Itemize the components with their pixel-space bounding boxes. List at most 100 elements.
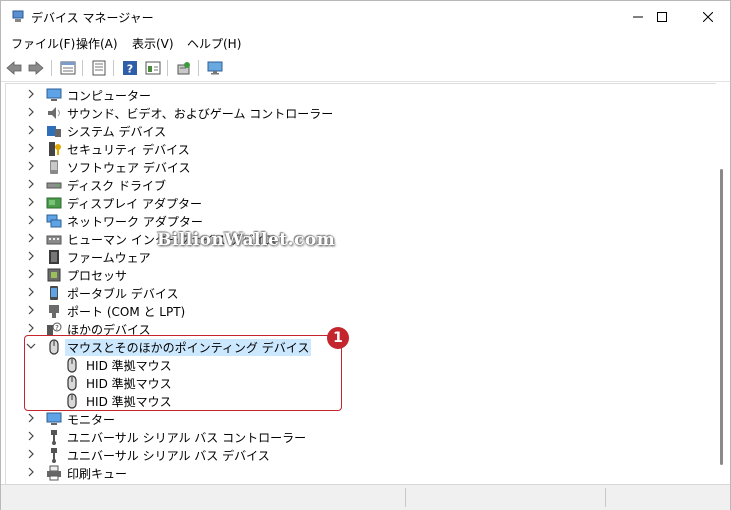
device-manager-icon [12,10,24,22]
view-button[interactable] [144,59,162,77]
status-cell [405,488,406,507]
tree-item-label: ディスプレイ アダプター [67,197,202,211]
tree-item-label: セキュリティ デバイス [67,143,190,157]
chevron-right-icon[interactable] [26,197,36,207]
maximize-icon [657,12,667,22]
chevron-right-icon[interactable] [26,467,36,477]
disk-drive-icon [46,182,62,189]
monitor-button[interactable] [206,59,224,77]
chevron-right-icon[interactable] [26,449,36,459]
tree-item-label: システム デバイス [67,125,167,139]
tree-item-category[interactable]: ポート (COM と LPT) [6,302,706,320]
tree-item-label: ユニバーサル シリアル バス コントローラー [67,431,307,445]
speaker-icon [48,107,60,119]
chevron-right-icon[interactable] [26,107,36,117]
window-title: デバイス マネージャー [31,11,154,25]
close-icon [703,12,713,22]
toolbar-separator [82,60,83,76]
properties-grid-button[interactable] [59,59,77,77]
properties-doc-icon [92,60,106,76]
tree-item-category[interactable]: システム デバイス [6,122,706,140]
tree-item-category[interactable]: コンピューター [6,86,706,104]
computer-icon [46,88,62,101]
software-device-icon [50,160,58,174]
annotation-badge: 1 [327,327,349,349]
system-device-icon [47,126,61,137]
tree-item-label: ソフトウェア デバイス [67,161,191,175]
tree-item-label: ポート (COM と LPT) [67,305,186,319]
tree-item-category[interactable]: モニター [6,410,706,428]
scrollbar-thumb[interactable] [720,169,723,465]
watermark-text: BillionWallet.com [157,230,336,250]
monitor-icon [46,412,62,425]
tree-item-category[interactable]: ネットワーク アダプター [6,212,706,230]
status-bar [1,484,730,510]
display-adapter-icon [46,197,62,209]
printer-icon [47,465,61,481]
tree-item-label: ディスク ドライブ [67,179,166,193]
device-manager-window: デバイス マネージャー ファイル(F) 操作(A) 表示(V) ヘルプ(H) ?… [0,0,731,510]
tree-item-category[interactable]: ユニバーサル シリアル バス デバイス [6,446,706,464]
title-bar: デバイス マネージャー [1,1,730,33]
chevron-right-icon[interactable] [26,269,36,279]
port-icon [49,305,59,318]
chevron-right-icon[interactable] [26,89,36,99]
chevron-right-icon[interactable] [26,233,36,243]
tree-item-category[interactable]: プロセッサ [6,266,706,284]
view-icon [145,61,161,75]
monitor-icon [207,61,223,75]
chevron-right-icon[interactable] [26,431,36,441]
properties-button[interactable] [90,59,108,77]
security-key-icon [49,142,61,156]
toolbar-separator [167,60,168,76]
back-icon [6,61,22,75]
chevron-right-icon[interactable] [26,179,36,189]
properties-grid-icon [60,61,76,75]
chevron-right-icon[interactable] [26,323,36,333]
tree-item-label: ポータブル デバイス [67,287,179,301]
firmware-icon [49,250,59,264]
tree-item-category[interactable]: 印刷キュー [6,464,706,482]
menu-view[interactable]: 表示(V) [132,35,174,52]
chevron-right-icon[interactable] [26,143,36,153]
menu-action[interactable]: 操作(A) [76,35,118,52]
tree-item-category[interactable]: ポータブル デバイス [6,284,706,302]
chevron-right-icon[interactable] [26,305,36,315]
chevron-right-icon[interactable] [26,161,36,171]
toolbar-separator [51,60,52,76]
toolbar: ? [1,55,730,82]
maximize-button[interactable] [639,1,685,33]
back-button[interactable] [5,59,23,77]
tree-item-category[interactable]: ディスク ドライブ [6,176,706,194]
chevron-right-icon[interactable] [26,125,36,135]
forward-button[interactable] [27,59,45,77]
tree-item-category[interactable]: ディスプレイ アダプター [6,194,706,212]
hid-icon [46,235,62,245]
tree-item-category[interactable]: ファームウェア [6,248,706,266]
tree-item-label: サウンド、ビデオ、およびゲーム コントローラー [67,107,334,121]
vertical-scrollbar[interactable] [715,83,729,483]
scan-hardware-button[interactable] [175,59,193,77]
tree-item-category[interactable]: ユニバーサル シリアル バス コントローラー [6,428,706,446]
device-tree[interactable]: コンピューターサウンド、ビデオ、およびゲーム コントローラー システム デバイスセ… [5,83,716,485]
chevron-right-icon[interactable] [26,413,36,423]
tree-item-label: プロセッサ [67,269,128,283]
tree-item-category[interactable]: ヒューマン インターフェイス デバイス [6,230,706,248]
network-adapter-icon [46,214,62,228]
close-button[interactable] [685,1,731,33]
scan-hardware-icon [177,62,190,75]
help-button[interactable]: ? [121,59,139,77]
menu-file[interactable]: ファイル(F) [11,35,75,52]
chevron-right-icon[interactable] [26,251,36,261]
menu-help[interactable]: ヘルプ(H) [187,35,241,52]
status-cell [605,488,606,507]
chevron-right-icon[interactable] [26,287,36,297]
toolbar-separator [198,60,199,76]
usb-icon [51,448,57,463]
tree-item-category[interactable]: サウンド、ビデオ、およびゲーム コントローラー [6,104,706,122]
tree-item-category[interactable]: ソフトウェア デバイス [6,158,706,176]
chevron-right-icon[interactable] [26,215,36,225]
tree-item-label: ユニバーサル シリアル バス デバイス [67,449,270,463]
tree-item-category[interactable]: セキュリティ デバイス [6,140,706,158]
tree-item-label: ファームウェア [67,251,151,265]
